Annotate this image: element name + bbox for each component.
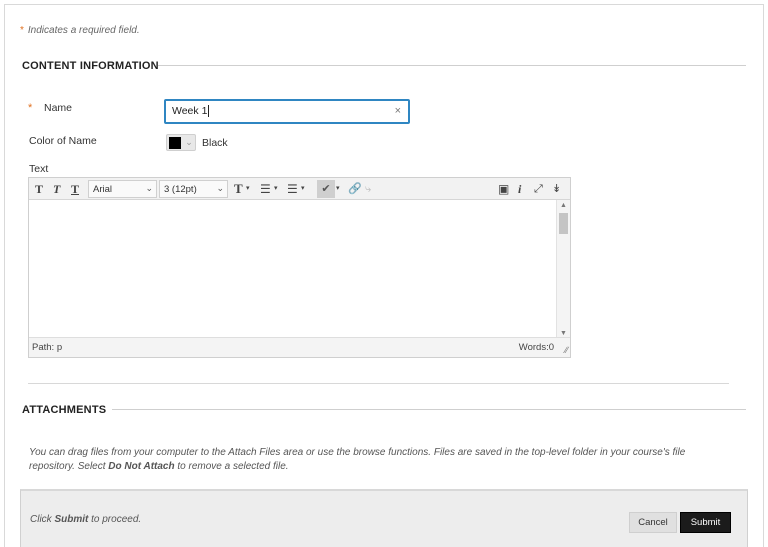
proceed-instructions: Click Submit to proceed.: [30, 514, 141, 525]
font-family-value: Arial: [93, 184, 113, 195]
spellcheck-icon[interactable]: ✔: [317, 180, 335, 198]
chevron-down-icon: ⌄: [145, 183, 153, 193]
italic-icon[interactable]: T: [53, 181, 60, 197]
editor-scrollbar[interactable]: ▲ ▼: [556, 200, 570, 339]
text-label: Text: [29, 163, 49, 175]
help-text-part: to remove a selected file.: [174, 461, 289, 472]
required-field-note: * Indicates a required field.: [20, 25, 140, 36]
info-icon[interactable]: i: [518, 181, 521, 197]
dropdown-arrow-icon[interactable]: ▾: [246, 181, 250, 197]
submit-bar: Click Submit to proceed. Cancel Submit: [20, 489, 748, 547]
color-swatch: [169, 137, 181, 149]
color-of-name-label: Color of Name: [29, 135, 97, 147]
scroll-up-icon[interactable]: ▲: [560, 202, 567, 209]
proceed-text: Click: [30, 514, 55, 525]
name-input-value: Week 1: [172, 105, 208, 117]
text-format-icon[interactable]: T: [234, 181, 243, 197]
element-path: Path: p: [32, 342, 63, 353]
font-family-select[interactable]: Arial ⌄: [88, 180, 157, 198]
cancel-button[interactable]: Cancel: [629, 512, 677, 533]
attachments-heading: ATTACHMENTS: [22, 404, 107, 416]
color-name-value: Black: [202, 137, 228, 149]
name-label: Name: [44, 102, 73, 114]
numbered-list-icon[interactable]: ☰: [287, 181, 298, 197]
section-divider: [28, 383, 729, 384]
dropdown-arrow-icon[interactable]: ▾: [274, 181, 278, 197]
word-count: Words:0: [518, 342, 554, 353]
font-size-select[interactable]: 3 (12pt) ⌄: [159, 180, 228, 198]
clear-icon[interactable]: ×: [395, 105, 401, 117]
rich-text-editor: T T T Arial ⌄ 3 (12pt) ⌄ T ▾ ☰ ▾ ☰ ▾ ✔ ▾…: [28, 177, 571, 358]
more-tools-icon[interactable]: ↡: [552, 181, 561, 197]
underline-icon[interactable]: T: [71, 181, 79, 197]
dropdown-arrow-icon[interactable]: ▾: [336, 181, 340, 197]
required-star: *: [20, 25, 24, 36]
help-text-bold: Do Not Attach: [108, 461, 175, 472]
dropdown-arrow-icon[interactable]: ▾: [301, 181, 305, 197]
submit-button[interactable]: Submit: [680, 512, 731, 533]
resize-handle-icon[interactable]: ∕∕: [565, 345, 568, 355]
scroll-thumb[interactable]: [559, 213, 568, 234]
link-icon: 🔗: [348, 183, 362, 195]
bullet-list-icon[interactable]: ☰: [260, 181, 271, 197]
editor-content-area[interactable]: [29, 200, 555, 339]
unlink-icon: ⤷: [365, 183, 372, 195]
text-caret: [208, 105, 210, 118]
fullscreen-icon[interactable]: ⤢: [534, 181, 543, 197]
scroll-down-icon[interactable]: ▼: [560, 330, 567, 337]
attachments-help-text: You can drag files from your computer to…: [29, 446, 709, 474]
chevron-down-icon: ⌄: [216, 183, 224, 193]
chevron-down-icon: ⌄: [185, 137, 193, 147]
editor-statusbar: Path: p Words:0 ∕∕: [29, 337, 570, 357]
color-picker[interactable]: ⌄: [166, 134, 196, 151]
section-divider: [112, 409, 746, 410]
proceed-text: to proceed.: [88, 514, 142, 525]
name-required-star: *: [28, 102, 33, 114]
required-note-text: Indicates a required field.: [27, 25, 140, 36]
bold-icon[interactable]: T: [35, 181, 43, 197]
name-input[interactable]: Week 1 ×: [164, 99, 410, 124]
content-information-heading: CONTENT INFORMATION: [22, 60, 159, 72]
editor-toolbar: T T T Arial ⌄ 3 (12pt) ⌄ T ▾ ☰ ▾ ☰ ▾ ✔ ▾…: [29, 178, 570, 200]
proceed-bold: Submit: [54, 514, 89, 525]
preview-icon[interactable]: ▣: [498, 181, 509, 197]
font-size-value: 3 (12pt): [164, 184, 197, 195]
section-divider: [158, 65, 746, 66]
